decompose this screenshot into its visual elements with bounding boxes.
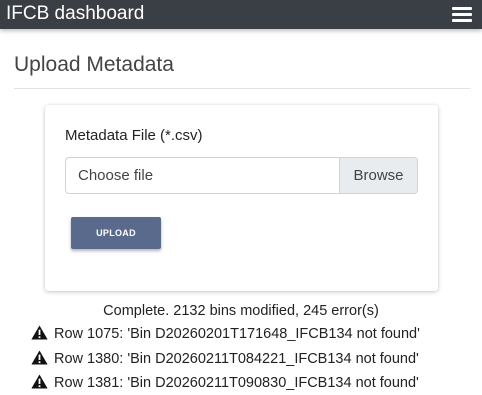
navbar-brand[interactable]: IFCB dashboard <box>6 3 144 25</box>
file-input-placeholder[interactable]: Choose file <box>78 167 153 185</box>
upload-button[interactable]: UPLOAD <box>71 217 161 249</box>
error-text: Row 1075: 'Bin D20260201T171648_IFCB134 … <box>54 326 420 342</box>
error-text: Row 1380: 'Bin D20260211T084221_IFCB134 … <box>54 350 419 367</box>
warning-triangle-icon <box>31 374 48 389</box>
warning-triangle-icon <box>31 350 48 364</box>
title-divider <box>14 88 470 89</box>
error-item: Row 1075: 'Bin D20260201T171648_IFCB134 … <box>31 325 479 350</box>
metadata-file-label: Metadata File (*.csv) <box>65 127 203 144</box>
browse-button[interactable]: Browse <box>339 158 417 193</box>
navbar: IFCB dashboard <box>0 0 482 29</box>
page-title: Upload Metadata <box>14 53 174 76</box>
hamburger-menu-icon[interactable] <box>452 7 472 23</box>
error-item: Row 1380: 'Bin D20260211T084221_IFCB134 … <box>31 350 479 375</box>
error-list: Row 1075: 'Bin D20260201T171648_IFCB134 … <box>31 325 479 395</box>
error-item: Row 1381: 'Bin D20260211T090830_IFCB134 … <box>31 374 479 395</box>
warning-triangle-icon <box>31 325 48 340</box>
upload-status: Complete. 2132 bins modified, 245 error(… <box>103 303 379 319</box>
upload-card: Metadata File (*.csv) Choose file Browse… <box>45 105 438 291</box>
file-input[interactable]: Choose file Browse <box>65 157 418 194</box>
error-text: Row 1381: 'Bin D20260211T090830_IFCB134 … <box>54 375 419 391</box>
